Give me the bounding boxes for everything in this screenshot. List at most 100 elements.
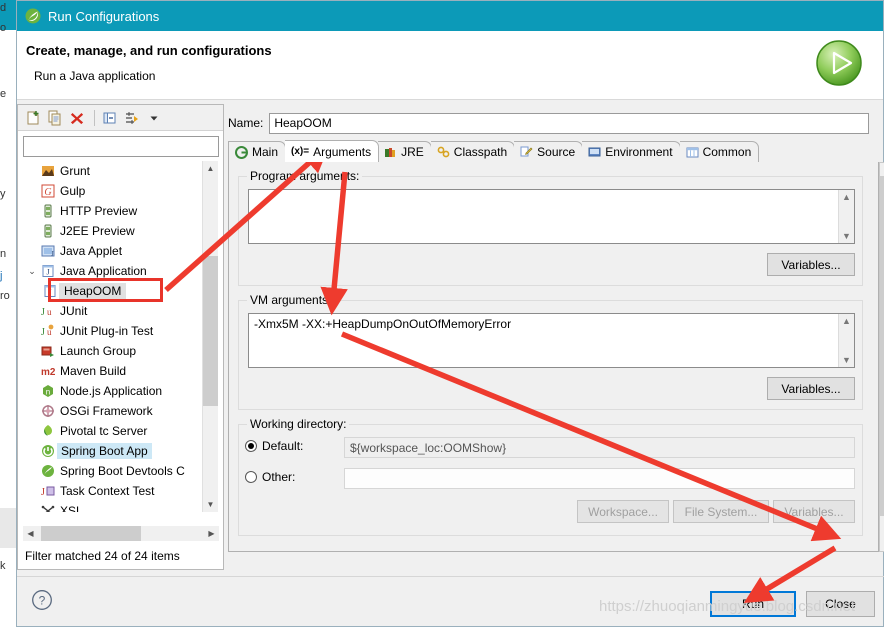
bg-fragment-1: o [0,22,7,34]
tree-item-label: J2EE Preview [60,224,135,238]
tree-item-task-context-test[interactable]: J Task Context Test [23,481,219,501]
working-directory-default-radio[interactable]: Default: [245,439,303,453]
copy-icon[interactable] [45,108,65,128]
vm-arguments-variables-button[interactable]: Variables... [767,377,855,400]
tree-item-label: HeapOOM [59,283,127,299]
tree-item-label: Spring Boot App [57,443,152,459]
file-system-button[interactable]: File System... [673,500,769,523]
tree-item-label: XSL [60,504,83,512]
tree-item-node-js-application[interactable]: n Node.js Application [23,381,219,401]
panel-scrollbar-thumb[interactable] [880,176,884,516]
common-tab-icon [686,146,699,159]
tree-item-java-applet[interactable]: J Java Applet [23,241,219,261]
program-arguments-scrollbar[interactable]: ▲ ▼ [838,190,854,243]
program-arguments-group: Program arguments: ▲ ▼ Variables... [238,169,863,286]
red-x-delete-icon[interactable] [67,108,87,128]
scroll-up-arrow-icon[interactable]: ▲ [880,163,884,176]
scroll-up-arrow-icon[interactable]: ▲ [203,161,218,176]
tab-source[interactable]: Source [514,141,584,162]
program-arguments-input[interactable]: ▲ ▼ [248,189,855,244]
tree-item-gulp[interactable]: G Gulp [23,181,219,201]
name-input[interactable]: HeapOOM [269,112,870,134]
launch-configurations-panel: Grunt G Gulp HTTP Preview J2EE Preview J Java … [17,104,224,570]
java-application-icon: J [41,284,59,298]
filter-icon[interactable] [122,108,142,128]
tree-item-osgi-framework[interactable]: OSGi Framework [23,401,219,421]
tree-item-j2ee-preview[interactable]: J2EE Preview [23,221,219,241]
question-mark-help-icon[interactable]: ? [31,589,53,614]
radio-selected-icon [245,440,257,452]
tree-item-launch-group[interactable]: Launch Group [23,341,219,361]
workspace-button[interactable]: Workspace... [577,500,669,523]
main-tab-icon [235,145,248,159]
chevron-down-icon[interactable] [144,108,164,128]
tree-horizontal-scrollbar[interactable]: ◀ ▶ [23,526,219,541]
tree-item-grunt[interactable]: Grunt [23,161,219,181]
tab-jre[interactable]: JRE [378,141,432,162]
tree-item-maven-build[interactable]: m2 Maven Build [23,361,219,381]
other-radio-label: Other: [262,470,296,484]
working-directory-other-input[interactable] [344,468,855,489]
tree-item-heapoom[interactable]: J HeapOOM [23,281,219,301]
spring-leaf-icon [39,464,57,478]
scroll-up-arrow-icon[interactable]: ▲ [842,190,851,204]
name-row: Name: HeapOOM [228,112,884,134]
svg-text:J: J [48,288,51,297]
svg-text:n: n [46,388,50,397]
new-document-icon[interactable] [23,108,43,128]
scroll-down-arrow-icon[interactable]: ▼ [842,229,851,243]
tree-item-label: JUnit [60,304,88,318]
bg-fragment-2: e [0,88,7,100]
working-directory-other-radio[interactable]: Other: [245,470,295,484]
working-directory-variables-button[interactable]: Variables... [773,500,855,523]
tree-item-spring-boot-app[interactable]: Spring Boot App [23,441,219,461]
tab-environment[interactable]: Environment [582,141,681,162]
server-icon [39,204,57,218]
launch-configuration-tree[interactable]: Grunt G Gulp HTTP Preview J2EE Preview J Java … [23,161,219,512]
tree-item-junit[interactable]: Ju JUnit [23,301,219,321]
configuration-panel-scrollbar[interactable]: ▲ ▼ [879,162,884,552]
tab-common-label: Common [702,145,752,159]
tree-item-label: HTTP Preview [60,204,138,218]
dialog-header: Create, manage, and run configurations R… [17,31,883,100]
tab-classpath-label: Classpath [453,145,508,159]
scroll-down-arrow-icon[interactable]: ▼ [880,538,884,551]
vm-arguments-scrollbar[interactable]: ▲ ▼ [838,314,854,367]
svg-text:u: u [47,307,52,317]
dialog-title: Run Configurations [48,8,160,24]
svg-text:J: J [41,307,45,318]
tab-main[interactable]: Main [228,141,287,162]
tab-arguments[interactable]: (x)= Arguments [285,140,380,162]
tree-item-http-preview[interactable]: HTTP Preview [23,201,219,221]
tree-item-junit-plug-in-test[interactable]: Ju JUnit Plug-in Test [23,321,219,341]
scroll-down-arrow-icon[interactable]: ▼ [842,353,851,367]
tree-item-label: Gulp [60,184,86,198]
scroll-left-arrow-icon[interactable]: ◀ [23,526,38,541]
filter-input[interactable] [23,136,219,157]
vm-arguments-input[interactable]: -Xmx5M -XX:+HeapDumpOnOutOfMemoryError ▲… [248,313,855,368]
tree-scrollbar-thumb[interactable] [203,256,218,406]
tab-common[interactable]: Common [679,141,760,162]
tree-item-java-application[interactable]: ⌄ J Java Application [23,261,219,281]
scroll-up-arrow-icon[interactable]: ▲ [842,314,851,328]
junit-icon: Ju [39,304,57,318]
name-label: Name: [228,116,264,130]
spring-boot-icon [39,444,57,458]
configuration-editor: Name: HeapOOM Main (x)= Arguments JRE Cl… [228,104,884,570]
tree-item-spring-boot-devtools-c[interactable]: Spring Boot Devtools C [23,461,219,481]
filter-status-text: Filter matched 24 of 24 items [25,549,180,563]
tree-vertical-scrollbar[interactable]: ▲ ▼ [202,161,218,512]
tab-jre-label: JRE [401,145,424,159]
tree-item-pivotal-tc-server[interactable]: Pivotal tc Server [23,421,219,441]
tab-classpath[interactable]: Classpath [430,141,516,162]
tree-item-label: OSGi Framework [60,404,153,418]
tree-hscrollbar-thumb[interactable] [41,526,141,541]
gulp-icon: G [39,184,57,198]
collapse-all-icon[interactable] [100,108,120,128]
program-arguments-variables-button[interactable]: Variables... [767,253,855,276]
task-context-icon: J [39,484,57,498]
scroll-right-arrow-icon[interactable]: ▶ [204,526,219,541]
tree-item-xsl[interactable]: XSL [23,501,219,512]
expand-chevron-icon[interactable]: ⌄ [25,266,39,277]
scroll-down-arrow-icon[interactable]: ▼ [203,497,218,512]
